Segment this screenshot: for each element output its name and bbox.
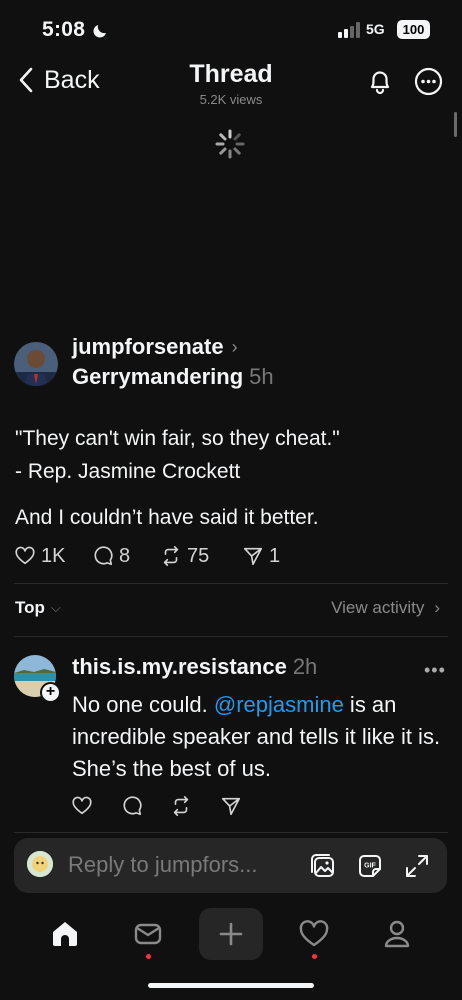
reply-text-part: No one could. xyxy=(72,692,214,717)
more-icon[interactable] xyxy=(414,67,443,96)
like-button[interactable]: 1K xyxy=(14,543,65,569)
chevron-right-icon: › xyxy=(231,336,238,357)
network-label: 5G xyxy=(366,21,385,37)
like-count: 1K xyxy=(41,544,66,567)
reply-more-icon[interactable]: ••• xyxy=(424,660,446,681)
signal-icon xyxy=(338,22,360,38)
post-author[interactable]: jumpforsenate › xyxy=(72,334,238,360)
home-icon[interactable] xyxy=(49,918,81,950)
comment-button[interactable]: 8 xyxy=(92,543,130,569)
repost-icon[interactable] xyxy=(170,795,192,817)
gif-icon[interactable]: GIF xyxy=(356,852,384,880)
inbox-icon[interactable] xyxy=(132,918,164,950)
divider xyxy=(14,583,448,584)
svg-text:GIF: GIF xyxy=(364,863,376,870)
repost-count: 75 xyxy=(187,544,210,567)
reply-input[interactable] xyxy=(68,850,288,880)
heart-icon[interactable] xyxy=(71,795,93,817)
moon-icon xyxy=(93,25,106,38)
share-count: 1 xyxy=(269,544,281,567)
chevron-right-icon: › xyxy=(434,598,440,617)
battery-indicator: 100 xyxy=(397,20,430,39)
mention-link[interactable]: @repjasmine xyxy=(214,692,344,717)
avatar xyxy=(27,851,53,877)
notification-dot xyxy=(146,954,151,959)
post-text-line: And I couldn’t have said it better. xyxy=(15,506,319,529)
share-icon xyxy=(243,547,263,566)
reply-author[interactable]: this.is.my.resistance 2h xyxy=(72,654,317,680)
post-text-line: - Rep. Jasmine Crockett xyxy=(15,460,241,483)
post-text-line: "They can't win fair, so they cheat." xyxy=(15,427,340,450)
view-activity-link[interactable]: View activity › xyxy=(331,598,440,618)
view-activity-label: View activity xyxy=(331,598,425,617)
comment-count: 8 xyxy=(119,544,131,567)
comment-icon xyxy=(94,546,113,566)
divider xyxy=(14,636,448,637)
expand-icon[interactable] xyxy=(403,852,431,880)
post-topic[interactable]: Gerrymandering 5h xyxy=(72,364,274,390)
status-time: 5:08 xyxy=(42,18,86,41)
author-username[interactable]: jumpforsenate xyxy=(72,334,224,360)
home-indicator xyxy=(148,983,314,988)
share-button[interactable]: 1 xyxy=(242,543,280,569)
notification-dot xyxy=(312,954,317,959)
comment-icon[interactable] xyxy=(121,795,143,817)
avatar[interactable] xyxy=(14,342,58,386)
profile-icon[interactable] xyxy=(381,918,413,950)
follow-plus-icon[interactable]: + xyxy=(40,682,61,703)
heart-icon xyxy=(15,546,35,565)
sort-dropdown[interactable]: Top ⌵ xyxy=(15,598,61,618)
share-icon[interactable] xyxy=(220,795,242,817)
divider xyxy=(14,832,448,833)
scrollbar[interactable] xyxy=(454,112,457,137)
repost-icon xyxy=(163,546,179,566)
sort-label: Top xyxy=(15,598,45,617)
post-time: 5h xyxy=(249,364,274,389)
gallery-icon[interactable] xyxy=(309,852,337,880)
chevron-down-icon: ⌵ xyxy=(50,600,61,615)
reply-username[interactable]: this.is.my.resistance xyxy=(72,654,287,679)
bell-icon[interactable] xyxy=(365,66,395,96)
repost-button[interactable]: 75 xyxy=(160,543,209,569)
topic-label[interactable]: Gerrymandering xyxy=(72,364,243,389)
loading-spinner-icon xyxy=(215,129,245,159)
reply-text: No one could. @repjasmine is an incredib… xyxy=(72,689,442,785)
plus-icon[interactable] xyxy=(215,918,247,950)
reply-time: 2h xyxy=(292,654,318,679)
activity-heart-icon[interactable] xyxy=(298,918,330,950)
